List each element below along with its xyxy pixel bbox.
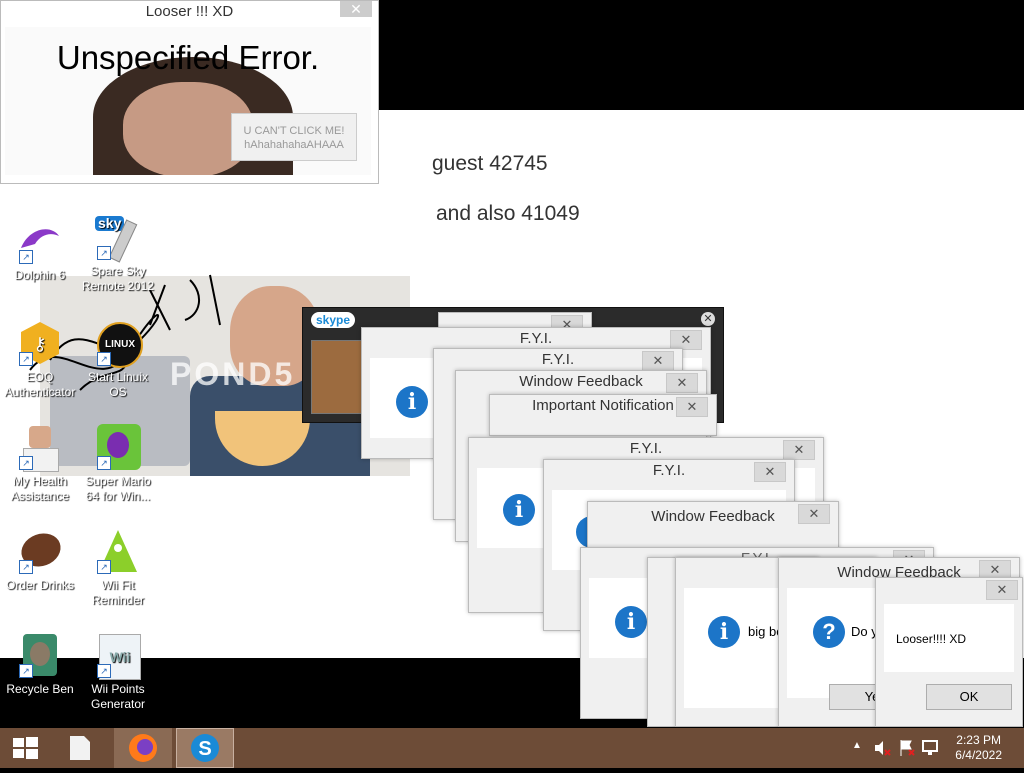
taskbar: S ▲ 2:23 PM 6/4/2022 — [0, 728, 1024, 768]
skype-close-button[interactable]: ✕ — [701, 312, 715, 326]
ok-button[interactable]: OK — [926, 684, 1012, 710]
desktop-icon-mario[interactable]: ↗ Super Mario 64 for Win... — [78, 424, 158, 504]
dialog-body: Looser!!!! XD — [884, 604, 1014, 672]
important-notification-dialog: Important Notification ✕ — [489, 394, 717, 436]
firefox-icon — [129, 734, 157, 762]
firefox-taskbar-button[interactable] — [114, 728, 172, 768]
icon-label: Recycle Ben — [6, 682, 74, 696]
info-icon: i — [708, 616, 740, 648]
close-button[interactable]: ✕ — [986, 580, 1018, 600]
volume-muted-icon[interactable] — [872, 738, 892, 758]
linux-icon: LINUX ↗ — [95, 320, 143, 368]
svg-text:⚷: ⚷ — [33, 334, 46, 354]
start-button[interactable] — [0, 728, 50, 768]
dialog-title: F.Y.I. — [629, 440, 663, 457]
recycle-bin-icon: ↗ — [17, 632, 63, 678]
clock-date: 6/4/2022 — [955, 748, 1002, 762]
desktop-icon-order-drinks[interactable]: ↗ Order Drinks — [0, 528, 80, 593]
icon-label: Order Drinks — [5, 578, 74, 592]
looser-title: Looser !!! XD — [145, 3, 234, 20]
icon-label: Dolphin 6 — [14, 268, 66, 282]
error-heading: Unspecified Error. — [56, 39, 320, 76]
close-button[interactable]: ✕ — [642, 351, 674, 371]
icon-label: Start Linuix OS — [87, 370, 149, 399]
sky-remote-icon: sky ↗ — [95, 214, 141, 263]
close-button[interactable]: ✕ — [798, 504, 830, 524]
dialog-message: Looser!!!! XD — [896, 632, 967, 646]
looser-window: Looser !!! XD ✕ Unspecified Error. U CAN… — [0, 0, 379, 184]
desktop-icon-health[interactable]: ↗ My Health Assistance — [0, 424, 80, 504]
mario-icon: ↗ — [95, 424, 141, 470]
dolphin-icon: ↗ — [17, 218, 63, 264]
icon-label: My Health Assistance — [10, 474, 70, 503]
windows-logo-icon — [13, 737, 38, 759]
skype-avatar — [311, 340, 365, 414]
skype-logo: skype — [311, 312, 356, 328]
desktop-icon-recycle[interactable]: ↗ Recycle Ben — [0, 632, 80, 697]
note-also: and also 41049 — [436, 202, 580, 225]
info-icon: i — [503, 494, 535, 526]
action-center-flag-icon[interactable] — [897, 738, 917, 758]
looser-close-button[interactable]: ✕ — [340, 1, 372, 17]
icon-label: Wii Fit Reminder — [91, 578, 145, 607]
looser-picture: Unspecified Error. U CAN'T CLICK ME! hAh… — [5, 27, 371, 175]
cant-click-button[interactable]: U CAN'T CLICK ME! hAhahahahaAHAAA — [231, 113, 357, 161]
dialog-title: F.Y.I. — [519, 330, 553, 347]
desktop-icon-wii-fit[interactable]: ↗ Wii Fit Reminder — [78, 528, 158, 608]
doctor-icon: ↗ — [17, 424, 63, 472]
info-icon: i — [615, 606, 647, 638]
svg-text:S: S — [198, 738, 211, 760]
desktop-icon-wii-points[interactable]: Wii ↗ Wii Points Generator — [78, 632, 158, 712]
file-explorer-button[interactable] — [58, 728, 102, 768]
file-icon — [70, 736, 90, 760]
coffee-bean-icon: ↗ — [16, 528, 66, 574]
network-icon[interactable] — [921, 738, 941, 758]
info-icon: i — [396, 386, 428, 418]
note-guest: guest 42745 — [432, 152, 548, 175]
window-feedback-dialog-2: Window Feedback ✕ — [587, 501, 839, 553]
key-icon: ⚷ ↗ — [17, 320, 63, 366]
desktop-icon-sky-remote[interactable]: sky ↗ Spare Sky Remote 2012 — [78, 214, 158, 294]
desktop-icon-eoq[interactable]: ⚷ ↗ EOQ Authenticator — [0, 320, 80, 400]
desktop-icon-linux[interactable]: LINUX ↗ Start Linuix OS — [78, 320, 158, 400]
close-button[interactable]: ✕ — [666, 373, 698, 393]
skype-taskbar-button[interactable]: S — [176, 728, 234, 768]
dialog-message: Do y — [851, 624, 878, 639]
clock[interactable]: 2:23 PM 6/4/2022 — [955, 733, 1002, 763]
close-button[interactable]: ✕ — [783, 440, 815, 460]
icon-label: Super Mario 64 for Win... — [85, 474, 151, 503]
icon-label: Spare Sky Remote 2012 — [81, 264, 155, 293]
wii-fit-icon: ↗ — [95, 528, 141, 574]
icon-label: Wii Points Generator — [90, 682, 146, 711]
close-button[interactable]: ✕ — [676, 397, 708, 417]
close-button[interactable]: ✕ — [670, 330, 702, 350]
tray-arrow-icon[interactable]: ▲ — [852, 740, 862, 751]
clock-time: 2:23 PM — [956, 733, 1001, 747]
close-button[interactable]: ✕ — [754, 462, 786, 482]
question-icon: ? — [813, 616, 845, 648]
wii-points-icon: Wii ↗ — [95, 632, 141, 680]
desktop-icon-dolphin[interactable]: ↗ Dolphin 6 — [0, 218, 80, 283]
final-dialog: ✕ Looser!!!! XD OK — [875, 577, 1023, 727]
skype-icon: S — [191, 734, 219, 762]
icon-label: EOQ Authenticator — [4, 370, 76, 399]
